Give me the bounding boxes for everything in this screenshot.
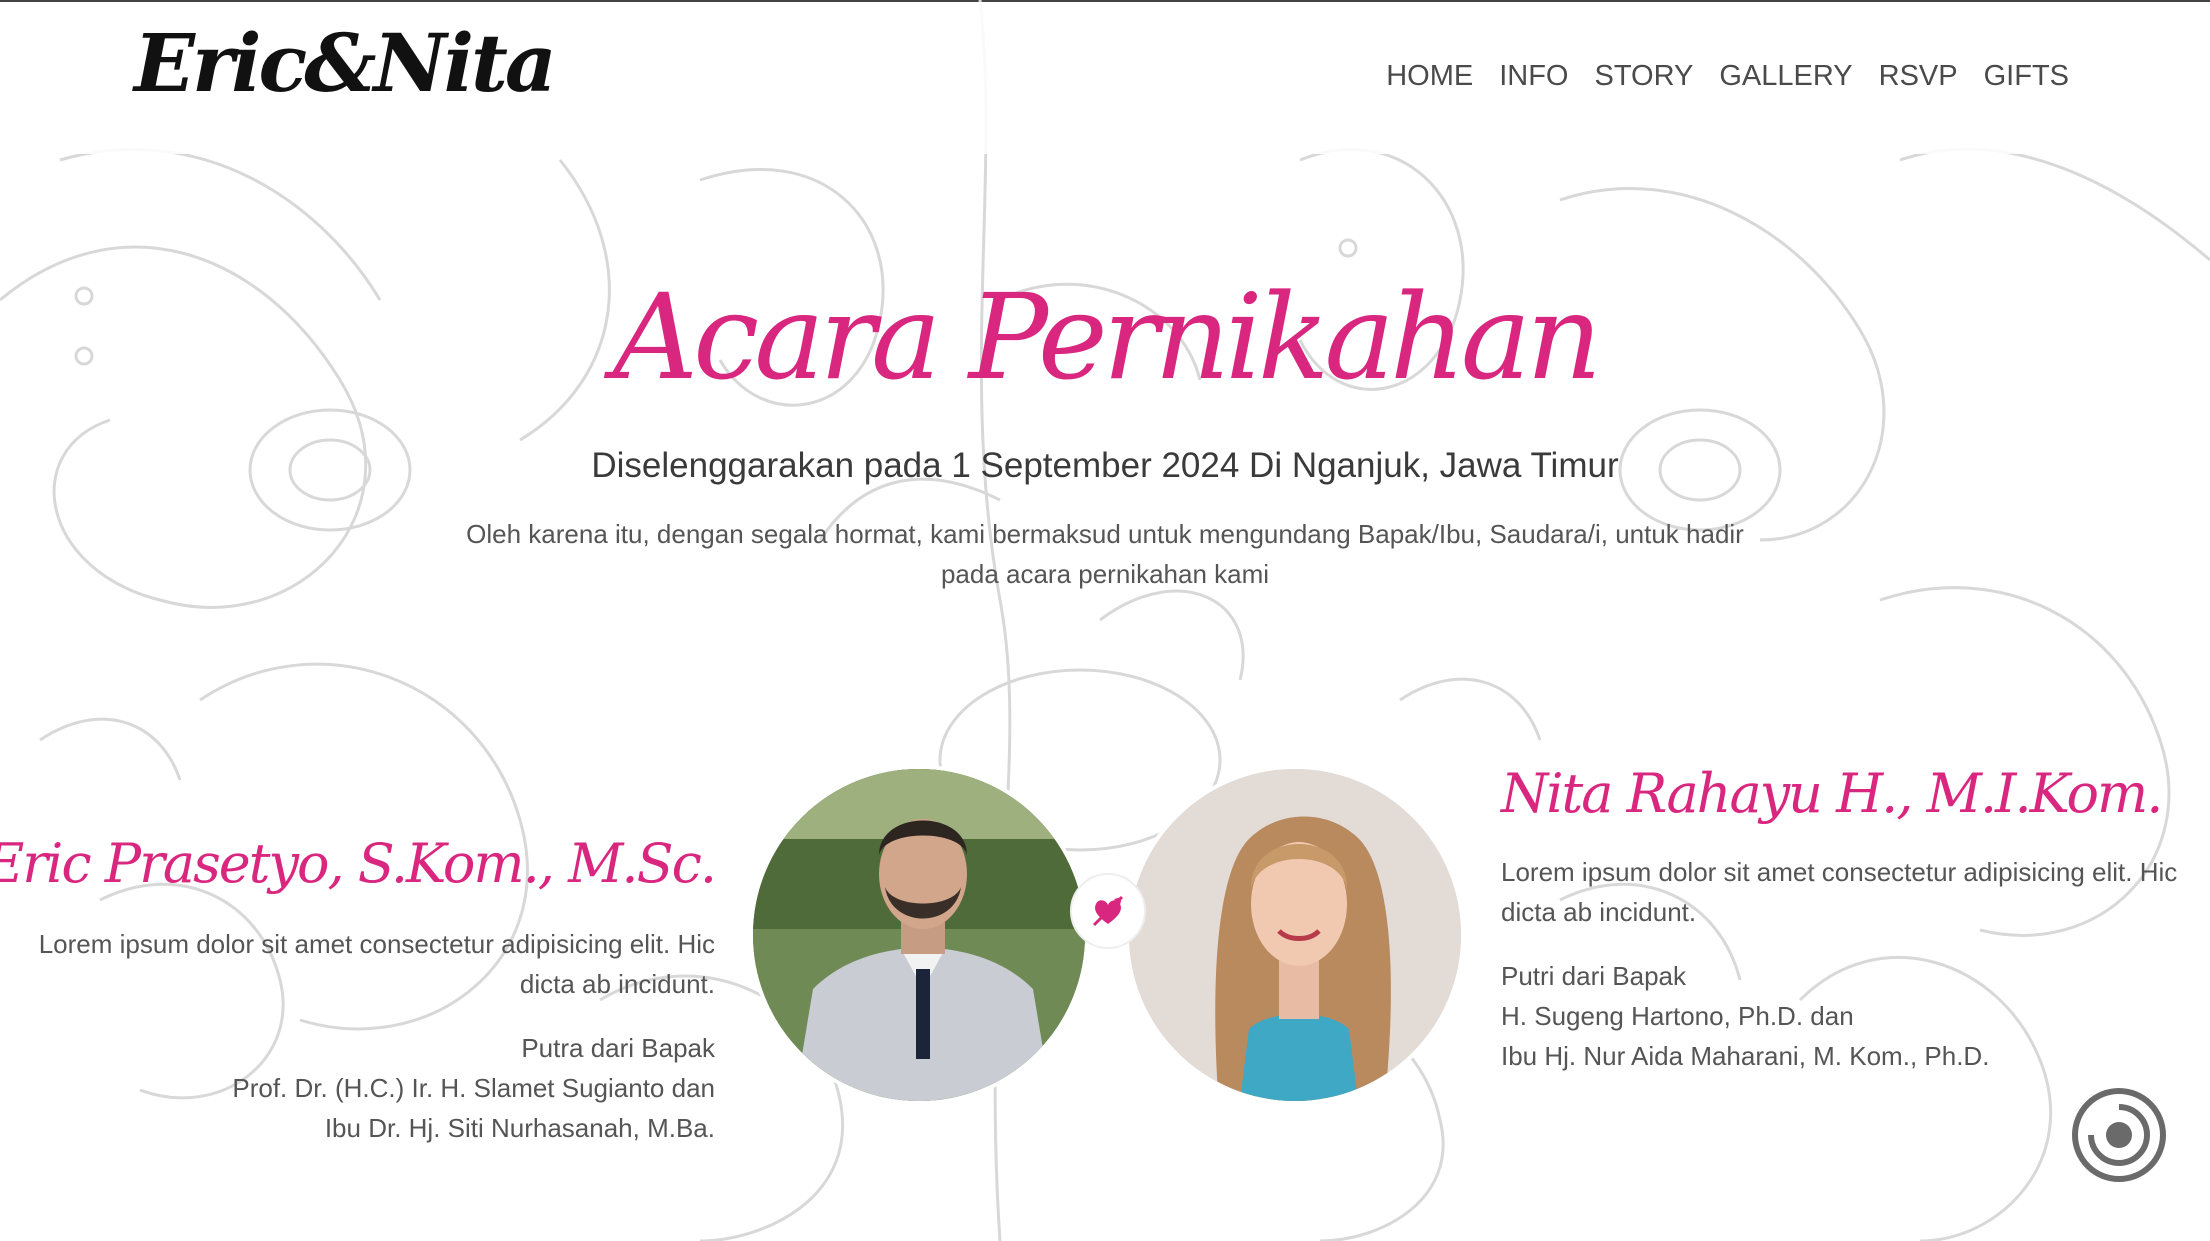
groom-mother: Ibu Dr. Hj. Siti Nurhasanah, M.Ba. bbox=[324, 1113, 715, 1143]
groom-parents-label: Putra dari Bapak bbox=[521, 1033, 715, 1063]
invitation-text: Oleh karena itu, dengan segala hormat, k… bbox=[466, 519, 1744, 589]
bride-mother: Ibu Hj. Nur Aida Maharani, M. Kom., Ph.D… bbox=[1501, 1041, 1990, 1071]
bride-photo bbox=[1125, 765, 1465, 1105]
bride-description: Lorem ipsum dolor sit amet consectetur a… bbox=[1501, 857, 2178, 927]
heart-arrow-icon bbox=[1070, 873, 1146, 949]
bride-father: H. Sugeng Hartono, Ph.D. dan bbox=[1501, 1001, 1854, 1031]
event-title: Acara Pernikahan bbox=[612, 268, 1602, 406]
event-date-line: Diselenggarakan pada 1 September 2024 Di… bbox=[591, 446, 1619, 485]
bride-name: Nita Rahayu H., M.I.Kom. bbox=[1501, 762, 2163, 825]
groom-father: Prof. Dr. (H.C.) Ir. H. Slamet Sugianto … bbox=[232, 1073, 715, 1103]
groom-name: Eric Prasetyo, S.Kom., M.Sc. bbox=[0, 832, 717, 895]
wedding-event-section: Acara Pernikahan Diselenggarakan pada 1 … bbox=[0, 0, 2210, 1241]
bride-parents: Putri dari Bapak H. Sugeng Hartono, Ph.D… bbox=[1501, 956, 2201, 1076]
bride-parents-label: Putri dari Bapak bbox=[1501, 961, 1686, 991]
groom-photo bbox=[749, 765, 1089, 1105]
groom-parents: Putra dari Bapak Prof. Dr. (H.C.) Ir. H.… bbox=[15, 1028, 715, 1148]
groom-description: Lorem ipsum dolor sit amet consectetur a… bbox=[38, 929, 715, 999]
